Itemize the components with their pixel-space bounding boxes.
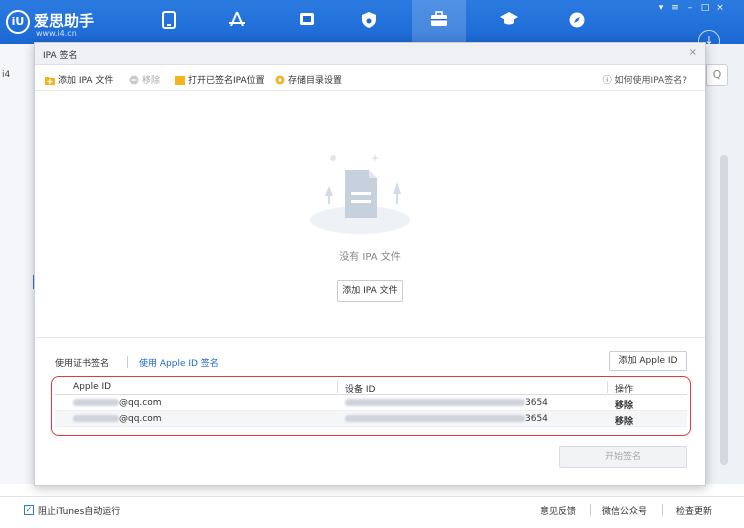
sign-method-tabs: 使用证书签名 使用 Apple ID 签名 添加 Apple ID bbox=[35, 337, 705, 379]
check-update-link[interactable]: 检查更新 bbox=[676, 504, 712, 517]
start-sign-button[interactable]: 开始签名 bbox=[559, 446, 687, 468]
help-label: 如何使用IPA签名? bbox=[614, 76, 687, 86]
apps-icon[interactable] bbox=[226, 11, 248, 33]
toolbox-icon[interactable] bbox=[428, 11, 450, 33]
status-divider bbox=[590, 504, 591, 516]
remove-label: 移除 bbox=[142, 76, 161, 86]
background-label: i4 bbox=[2, 70, 11, 80]
device-icon[interactable] bbox=[158, 11, 180, 33]
maximize-icon[interactable]: □ bbox=[699, 3, 711, 13]
app-name: 爱思助手 bbox=[34, 12, 95, 30]
help-icon: ⓘ bbox=[602, 76, 612, 86]
app-url: www.i4.cn bbox=[36, 29, 77, 38]
empty-file-illustration bbox=[305, 148, 415, 238]
open-location-label: 打开已签名IPA位置 bbox=[188, 76, 265, 86]
app-logo[interactable]: iU 爱思助手 www.i4.cn bbox=[6, 6, 126, 40]
background-search-icon[interactable]: Q bbox=[706, 64, 728, 86]
dialog-close-icon[interactable]: × bbox=[689, 47, 697, 58]
ringtone-icon[interactable] bbox=[358, 11, 380, 33]
status-bar: ✓ 阻止iTunes自动运行 意见反馈 微信公众号 检查更新 bbox=[0, 496, 744, 528]
remove-button[interactable]: 移除 bbox=[129, 73, 160, 86]
media-icon[interactable] bbox=[296, 11, 318, 33]
block-itunes-checkbox[interactable]: ✓ bbox=[24, 505, 34, 515]
storage-settings-label: 存储目录设置 bbox=[288, 76, 343, 86]
background-scrollbar[interactable] bbox=[720, 155, 728, 465]
dialog-titlebar: IPA 签名 × bbox=[35, 43, 705, 65]
help-link[interactable]: ⓘ 如何使用IPA签名? bbox=[603, 73, 687, 86]
dialog-title: IPA 签名 bbox=[43, 51, 78, 61]
wechat-link[interactable]: 微信公众号 bbox=[602, 504, 647, 517]
tab-certificate-sign[interactable]: 使用证书签名 bbox=[55, 356, 109, 369]
tab-divider bbox=[127, 356, 128, 368]
empty-state-message: 没有 IPA 文件 bbox=[339, 252, 401, 263]
open-signed-location-button[interactable]: 打开已签名IPA位置 bbox=[175, 73, 265, 86]
dialog-toolbar: 添加 IPA 文件 移除 打开已签名IPA位置 存储目录设置 ⓘ 如何使用IPA… bbox=[35, 65, 705, 91]
add-ipa-label: 添加 IPA 文件 bbox=[58, 76, 114, 86]
gear-icon bbox=[275, 75, 285, 85]
block-itunes-label: 阻止iTunes自动运行 bbox=[38, 507, 121, 517]
tab-apple-id-sign[interactable]: 使用 Apple ID 签名 bbox=[139, 356, 219, 369]
highlight-annotation bbox=[51, 376, 691, 436]
add-apple-id-button[interactable]: 添加 Apple ID bbox=[609, 351, 687, 371]
logo-mark: iU bbox=[6, 10, 30, 34]
minimize-icon[interactable]: – bbox=[684, 3, 696, 13]
browser-icon[interactable] bbox=[566, 11, 588, 33]
storage-settings-button[interactable]: 存储目录设置 bbox=[275, 73, 342, 86]
ipa-sign-dialog: IPA 签名 × 添加 IPA 文件 移除 打开已签名IPA位置 存储目录设置 … bbox=[34, 42, 706, 486]
add-file-icon bbox=[45, 75, 55, 85]
top-navigation-bar: iU 爱思助手 www.i4.cn ▾ ≡ – □ × ↓ bbox=[0, 0, 744, 52]
status-divider bbox=[662, 504, 663, 516]
remove-icon bbox=[129, 75, 139, 85]
skin-icon[interactable]: ▾ bbox=[655, 3, 667, 13]
menu-icon[interactable]: ≡ bbox=[669, 3, 681, 13]
feedback-link[interactable]: 意见反馈 bbox=[540, 504, 576, 517]
add-ipa-button[interactable]: 添加 IPA 文件 bbox=[45, 73, 113, 86]
tutorial-icon[interactable] bbox=[498, 11, 520, 33]
background-sidebar: i4 bbox=[0, 44, 34, 484]
folder-icon bbox=[175, 75, 185, 85]
close-window-icon[interactable]: × bbox=[714, 3, 726, 13]
add-ipa-file-button[interactable]: 添加 IPA 文件 bbox=[337, 280, 403, 302]
